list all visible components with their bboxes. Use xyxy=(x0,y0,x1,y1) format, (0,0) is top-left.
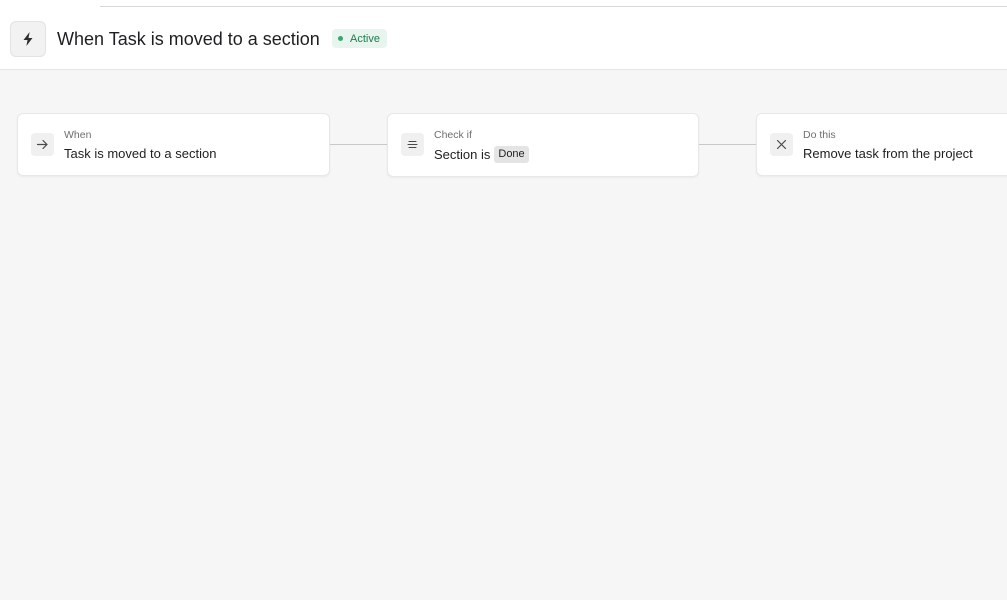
action-description-text: Remove task from the project xyxy=(803,146,973,161)
rule-title[interactable]: When Task is moved to a section xyxy=(57,28,320,50)
action-card[interactable]: Do this Remove task from the project xyxy=(756,113,1007,176)
section-value-pill[interactable]: Done xyxy=(494,146,529,163)
equals-lines-icon xyxy=(407,140,418,149)
rule-header: When Task is moved to a section Active xyxy=(0,7,1007,70)
action-kicker: Do this xyxy=(803,129,836,141)
rule-canvas: When Task is moved to a section Check if… xyxy=(0,71,1007,600)
trigger-card[interactable]: When Task is moved to a section xyxy=(17,113,330,176)
top-strip xyxy=(0,0,1007,7)
connector-line xyxy=(330,144,387,145)
condition-kicker: Check if xyxy=(434,129,472,141)
action-description: Remove task from the project xyxy=(803,146,973,162)
status-dot xyxy=(338,36,343,41)
arrow-right-icon xyxy=(36,139,48,150)
condition-description-text: Section is xyxy=(434,146,491,162)
condition-description: Section is Done xyxy=(434,146,529,163)
connector-line xyxy=(699,144,756,145)
trigger-icon-box xyxy=(31,133,54,156)
trigger-description-text: Task is moved to a section xyxy=(64,146,217,161)
action-icon-box xyxy=(770,133,793,156)
lightning-icon xyxy=(23,32,33,46)
rule-icon-button[interactable] xyxy=(10,21,46,57)
trigger-description: Task is moved to a section xyxy=(64,146,216,162)
status-badge: Active xyxy=(332,29,387,48)
status-label: Active xyxy=(350,32,380,45)
close-x-icon xyxy=(776,139,787,150)
trigger-kicker: When xyxy=(64,129,92,141)
condition-card[interactable]: Check if Section is Done xyxy=(387,113,699,177)
condition-icon-box xyxy=(401,133,424,156)
